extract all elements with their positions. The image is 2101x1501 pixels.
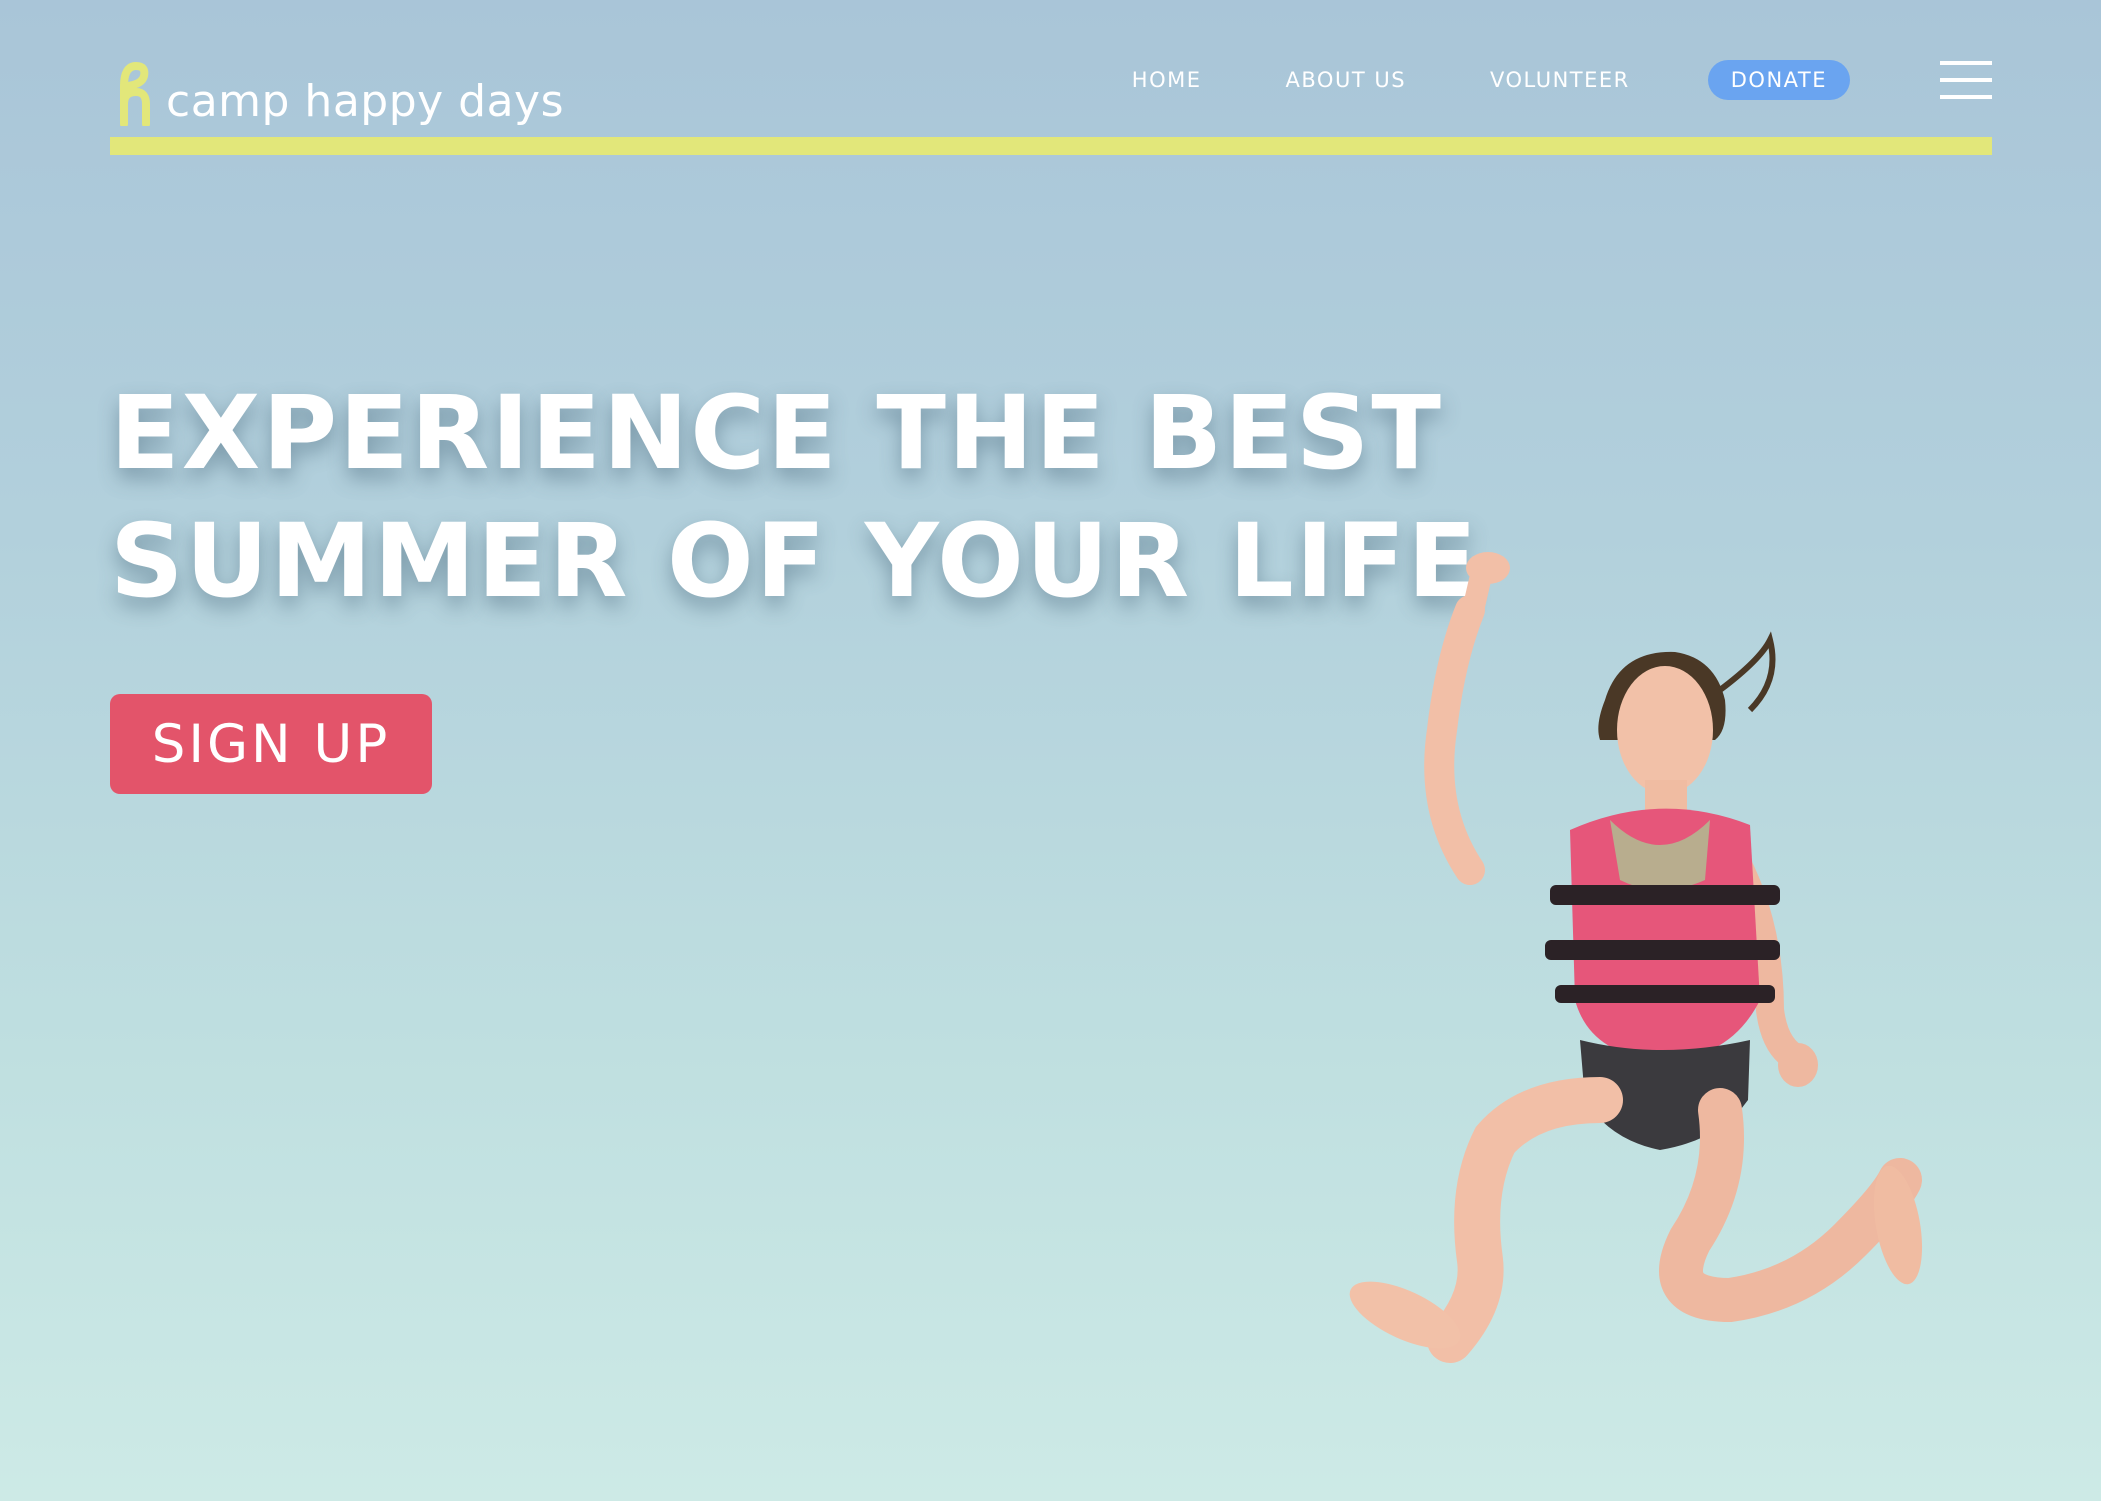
sign-up-button[interactable]: SIGN UP xyxy=(110,694,432,794)
header-accent-bar xyxy=(110,137,1992,155)
nav-item-about-us[interactable]: ABOUT US xyxy=(1286,68,1407,92)
main-nav: HOME ABOUT US VOLUNTEER DONATE xyxy=(1132,50,1992,110)
hamburger-menu-icon[interactable] xyxy=(1940,61,1992,99)
hero-title: EXPERIENCE THE BEST SUMMER OF YOUR LIFE xyxy=(110,370,1480,626)
hd-monogram-icon xyxy=(120,61,150,126)
hamburger-line xyxy=(1940,78,1992,82)
nav-item-volunteer[interactable]: VOLUNTEER xyxy=(1490,68,1630,92)
hamburger-line xyxy=(1940,95,1992,99)
hamburger-line xyxy=(1940,61,1992,65)
hero-title-line-2: SUMMER OF YOUR LIFE xyxy=(110,502,1480,621)
nav-item-home[interactable]: HOME xyxy=(1132,68,1202,92)
donate-button[interactable]: DONATE xyxy=(1707,60,1850,100)
hero-title-line-1: EXPERIENCE THE BEST xyxy=(110,374,1443,493)
girl-jumping-in-life-jacket-photo xyxy=(1349,552,1923,1363)
brand-name: camp happy days xyxy=(166,76,565,127)
logo[interactable]: camp happy days xyxy=(110,40,564,130)
